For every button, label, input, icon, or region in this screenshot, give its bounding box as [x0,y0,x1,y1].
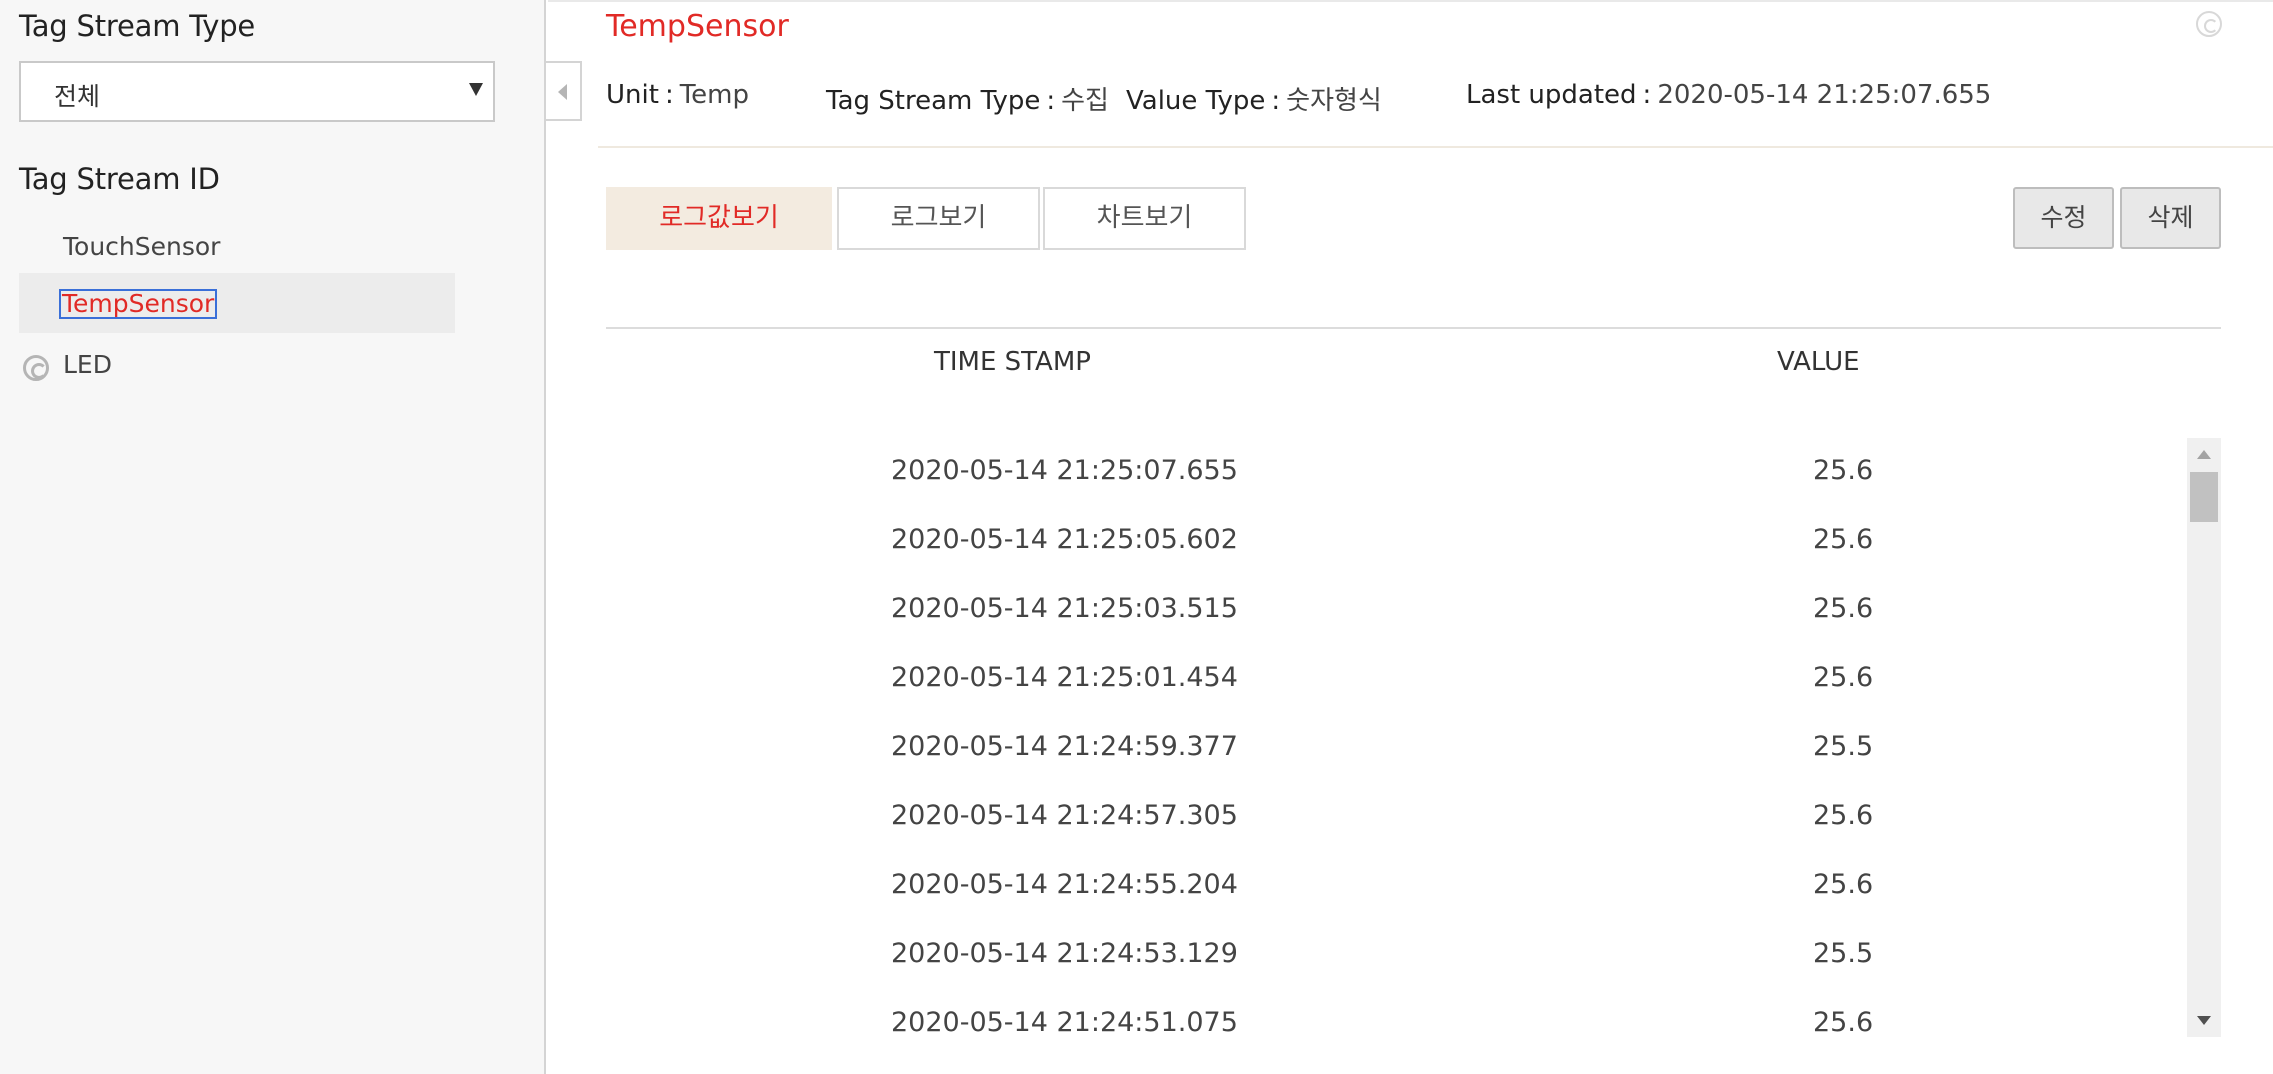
value-cell: 25.6 [1813,662,1874,693]
column-header-timestamp: TIME STAMP [934,347,1091,377]
table-row: 2020-05-14 21:24:55.204 25.6 [606,854,2206,923]
top-divider [548,0,2273,2]
meta-stream-type-value: 수집 [1061,86,1109,116]
scroll-up-arrow-icon[interactable] [2197,450,2211,459]
value-cell: 25.6 [1813,524,1874,555]
value-cell: 25.6 [1813,869,1874,900]
scroll-thumb[interactable] [2190,472,2218,522]
table-row: 2020-05-14 21:25:03.515 25.6 [606,578,2206,647]
table-row: 2020-05-14 21:25:05.602 25.6 [606,509,2206,578]
tab-logs[interactable]: 로그보기 [837,187,1040,250]
sidebar-item-label: TempSensor [58,289,218,319]
table-row: 2020-05-14 21:25:07.655 25.6 [606,440,2206,509]
column-header-value: VALUE [1777,347,1860,377]
tag-stream-type-selected-value: 전체 [54,82,101,111]
timestamp-cell: 2020-05-14 21:24:57.305 [891,800,1238,831]
meta-last-updated-value: 2020-05-14 21:25:07.655 [1657,80,1992,110]
table-row: 2020-05-14 21:24:59.377 25.5 [606,716,2206,785]
copyright-circle-icon [2196,11,2222,37]
page-title: TempSensor [606,9,789,44]
meta-separator: : [664,80,674,110]
table-row: 2020-05-14 21:24:57.305 25.6 [606,785,2206,854]
meta-stream-type: Tag Stream Type: 수집 [826,80,1109,117]
timestamp-cell: 2020-05-14 21:25:01.454 [891,662,1238,693]
table-row: 2020-05-14 21:24:53.129 25.5 [606,923,2206,992]
sidebar-item-led[interactable]: LED [19,337,455,397]
meta-last-updated-label: Last updated [1466,80,1637,110]
meta-value-type-value: 숫자형식 [1286,86,1382,116]
copyright-circle-icon [23,355,49,381]
timestamp-cell: 2020-05-14 21:25:07.655 [891,455,1238,486]
timestamp-cell: 2020-05-14 21:24:59.377 [891,731,1238,762]
table-row: 2020-05-14 21:25:01.454 25.6 [606,647,2206,716]
stream-meta-row: Unit: Temp Tag Stream Type: 수집 Value Type:… [606,80,2206,120]
meta-last-updated: Last updated:2020-05-14 21:25:07.655 [1466,80,1991,110]
meta-unit-label: Unit [606,80,659,110]
table-scrollbar[interactable] [2187,438,2221,1037]
meta-separator: : [1642,80,1652,110]
dropdown-arrow-icon [469,83,483,96]
timestamp-cell: 2020-05-14 21:25:03.515 [891,593,1238,624]
meta-unit-value: Temp [679,80,749,110]
main-panel: TempSensor Unit: Temp Tag Stream Type: 수집 … [548,0,2273,1074]
scroll-down-arrow-icon[interactable] [2197,1016,2211,1025]
edit-button[interactable]: 수정 [2013,187,2114,249]
tab-chart[interactable]: 차트보기 [1043,187,1246,250]
value-cell: 25.5 [1813,938,1874,969]
sidebar-item-label: TouchSensor [63,232,221,261]
sidebar-item-tempsensor[interactable]: TempSensor [19,273,455,333]
timestamp-cell: 2020-05-14 21:25:05.602 [891,524,1238,555]
meta-separator: : [1046,86,1056,116]
timestamp-cell: 2020-05-14 21:24:53.129 [891,938,1238,969]
tag-stream-type-select[interactable]: 전체 [19,61,495,122]
meta-stream-type-label: Tag Stream Type [826,86,1041,116]
table-row: 2020-05-14 21:24:51.075 25.6 [606,992,2206,1061]
timestamp-cell: 2020-05-14 21:24:55.204 [891,869,1238,900]
meta-separator: : [1271,86,1281,116]
table-top-border [606,327,2221,329]
value-cell: 25.6 [1813,800,1874,831]
meta-value-type: Value Type: 숫자형식 [1126,80,1382,117]
sidebar-item-touchsensor[interactable]: TouchSensor [19,218,455,278]
tag-stream-id-heading: Tag Stream ID [19,162,220,196]
value-cell: 25.5 [1813,731,1874,762]
value-cell: 25.6 [1813,455,1874,486]
meta-divider [598,146,2273,148]
timestamp-cell: 2020-05-14 21:24:51.075 [891,1007,1238,1038]
app-root: Tag Stream Type 전체 Tag Stream ID TouchSe… [0,0,2273,1074]
meta-unit: Unit: Temp [606,80,749,110]
delete-button[interactable]: 삭제 [2120,187,2221,249]
sidebar: Tag Stream Type 전체 Tag Stream ID TouchSe… [0,0,546,1074]
meta-value-type-label: Value Type [1126,86,1266,116]
value-cell: 25.6 [1813,1007,1874,1038]
value-cell: 25.6 [1813,593,1874,624]
log-table-body: 2020-05-14 21:25:07.655 25.6 2020-05-14 … [606,440,2206,1074]
sidebar-item-label: LED [63,350,112,379]
tab-log-values[interactable]: 로그값보기 [606,187,832,250]
tag-stream-type-heading: Tag Stream Type [19,9,256,43]
